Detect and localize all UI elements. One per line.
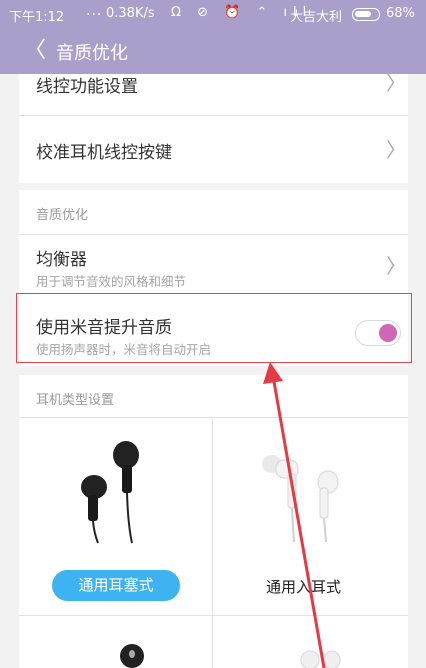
settings-screen: 下午1:12 ... 0.38K/s Ω ⊘ ⏰ ⌃ ıll 大吉大利 68% … <box>0 0 426 668</box>
annotation-arrow <box>263 362 326 668</box>
